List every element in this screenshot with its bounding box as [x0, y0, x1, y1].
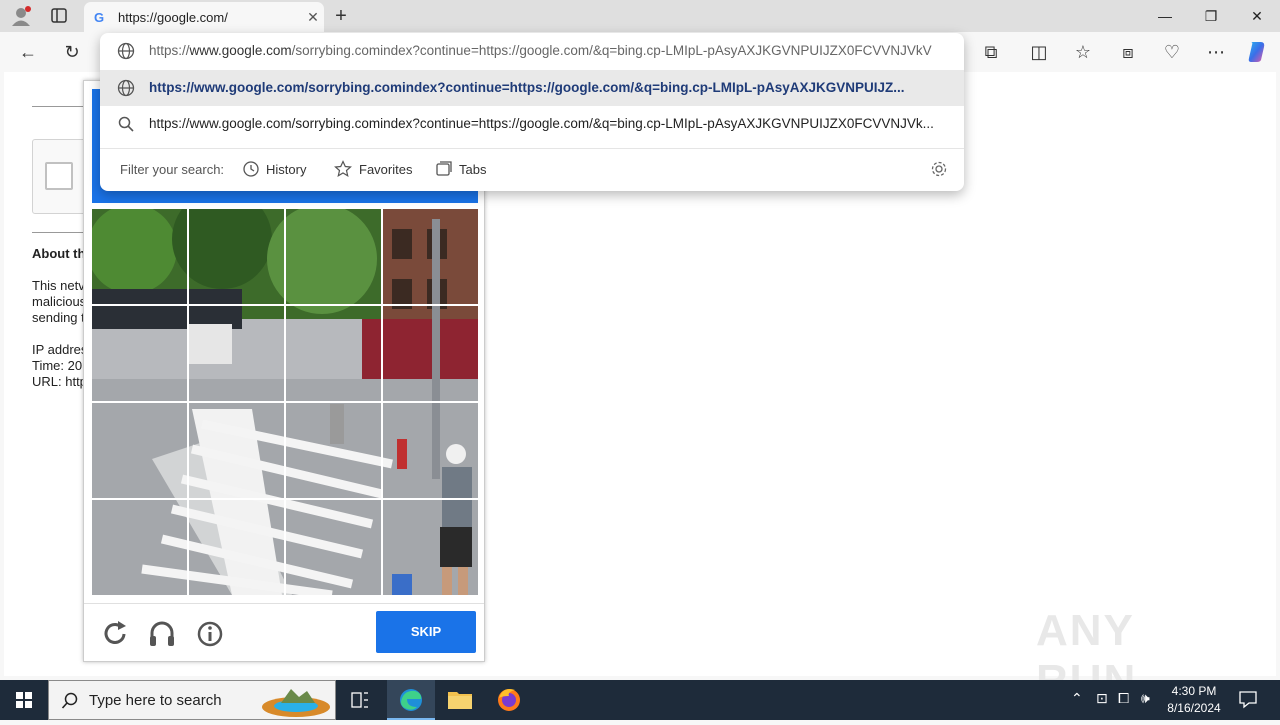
show-hidden-icons[interactable]: ⌃	[1071, 690, 1083, 707]
firefox-icon[interactable]	[485, 680, 533, 720]
volume-icon[interactable]: 🕪	[1141, 690, 1150, 707]
close-tab-icon[interactable]: ✕	[302, 9, 324, 26]
settings-gear-icon[interactable]	[930, 160, 948, 178]
file-explorer-icon[interactable]	[436, 680, 484, 720]
address-bar-dropdown: https://www.google.com/sorrybing.cominde…	[100, 33, 964, 191]
clock[interactable]: 4:30 PM 8/16/2024	[1160, 683, 1228, 717]
split-screen-icon[interactable]: ◫	[1023, 38, 1055, 66]
extensions-icon[interactable]: ⧉	[975, 38, 1007, 66]
network-icon[interactable]: ⧠	[1118, 690, 1129, 707]
filter-history[interactable]: History	[266, 162, 306, 177]
clock-date: 8/16/2024	[1167, 701, 1221, 715]
filter-label: Filter your search:	[120, 162, 225, 177]
skip-button[interactable]: SKIP	[376, 611, 476, 653]
new-tab-button[interactable]: +	[330, 4, 352, 28]
grid-tile[interactable]	[286, 209, 381, 304]
url-path: /sorrybing.comindex?continue=https://goo…	[291, 43, 932, 58]
globe-icon	[117, 79, 135, 97]
grid-tile[interactable]	[189, 306, 284, 401]
sorry-line: IP addres	[32, 342, 84, 357]
grid-tile[interactable]	[189, 403, 284, 498]
grid-tile[interactable]	[92, 306, 187, 401]
search-icon	[117, 115, 135, 133]
tab-title: https://google.com/	[118, 9, 228, 25]
search-highlight-icon	[259, 683, 333, 719]
url-domain: www.google.com	[189, 43, 292, 58]
grid-tile[interactable]	[92, 403, 187, 498]
grid-tile[interactable]	[286, 500, 381, 595]
grid-tile[interactable]	[286, 306, 381, 401]
suggestion-item[interactable]: https://www.google.com/sorrybing.cominde…	[100, 106, 964, 142]
about-heading: About th	[32, 246, 84, 261]
taskbar-search[interactable]: Type here to search	[48, 680, 336, 720]
search-icon	[61, 692, 79, 710]
filter-favorites[interactable]: Favorites	[359, 162, 412, 177]
sorry-line: This netv	[32, 278, 84, 293]
suggestion-text: https://www.google.com/sorrybing.cominde…	[149, 80, 905, 95]
address-bar[interactable]: https://www.google.com/sorrybing.cominde…	[100, 33, 964, 69]
restore-button[interactable]: ❐	[1188, 0, 1234, 32]
copilot-icon[interactable]	[1245, 40, 1269, 64]
recaptcha-checkbox[interactable]	[45, 162, 73, 190]
grid-tile[interactable]	[383, 500, 478, 595]
grid-tile[interactable]	[92, 500, 187, 595]
sorry-line: Time: 20:	[32, 358, 84, 373]
title-bar: G https://google.com/ ✕ + — ❐ ✕	[0, 0, 1280, 32]
tabs-icon	[435, 160, 453, 178]
grid-tile[interactable]	[92, 209, 187, 304]
grid-tile[interactable]	[286, 403, 381, 498]
tab-actions-icon[interactable]	[50, 7, 70, 25]
address-text[interactable]: https://www.google.com/sorrybing.cominde…	[149, 43, 944, 58]
captcha-image-grid	[92, 209, 478, 595]
sorry-line: URL: http	[32, 374, 84, 389]
browser-tab[interactable]: G https://google.com/ ✕	[84, 2, 324, 32]
refresh-icon[interactable]: ↻	[56, 38, 88, 66]
grid-tile[interactable]	[383, 403, 478, 498]
more-menu-icon[interactable]: ⋯	[1200, 38, 1232, 66]
back-icon[interactable]: ←	[12, 38, 44, 66]
edge-taskbar-icon[interactable]	[387, 680, 435, 720]
search-filter-row: Filter your search: History Favorites Ta…	[100, 149, 964, 191]
reload-icon[interactable]	[100, 619, 130, 649]
profile-icon[interactable]	[10, 5, 32, 27]
close-window-button[interactable]: ✕	[1234, 0, 1280, 32]
star-icon	[334, 160, 352, 178]
suggestion-item[interactable]: https://www.google.com/sorrybing.cominde…	[100, 70, 964, 106]
performance-icon[interactable]: ♡	[1156, 38, 1188, 66]
grid-tile[interactable]	[189, 500, 284, 595]
suggestion-text: https://www.google.com/sorrybing.cominde…	[149, 116, 934, 131]
filter-tabs[interactable]: Tabs	[459, 162, 486, 177]
device-icon[interactable]: ⊡	[1096, 690, 1108, 707]
minimize-button[interactable]: —	[1142, 0, 1188, 32]
history-icon	[242, 160, 260, 178]
url-scheme: https://	[149, 43, 190, 58]
grid-tile[interactable]	[189, 209, 284, 304]
grid-tile[interactable]	[383, 209, 478, 304]
clock-time: 4:30 PM	[1171, 684, 1217, 698]
google-favicon-icon: G	[94, 9, 105, 25]
grid-tile[interactable]	[383, 306, 478, 401]
sorry-line: malicious	[32, 294, 84, 309]
notifications-icon[interactable]	[1238, 689, 1258, 712]
start-button[interactable]	[0, 680, 48, 720]
windows-taskbar: Type here to search ⌃ ⊡ ⧠ 🕪 4:30 PM 8/16…	[0, 680, 1280, 720]
sorry-line: sending t	[32, 310, 84, 325]
audio-challenge-icon[interactable]	[147, 619, 177, 649]
info-icon[interactable]	[195, 619, 225, 649]
task-view-icon[interactable]	[336, 680, 384, 720]
favorites-icon[interactable]: ☆	[1067, 38, 1099, 66]
globe-icon	[117, 42, 135, 60]
collections-icon[interactable]: ⧈	[1112, 38, 1144, 66]
search-placeholder: Type here to search	[89, 692, 222, 709]
anyrun-watermark: ANY RUN	[1036, 606, 1135, 705]
